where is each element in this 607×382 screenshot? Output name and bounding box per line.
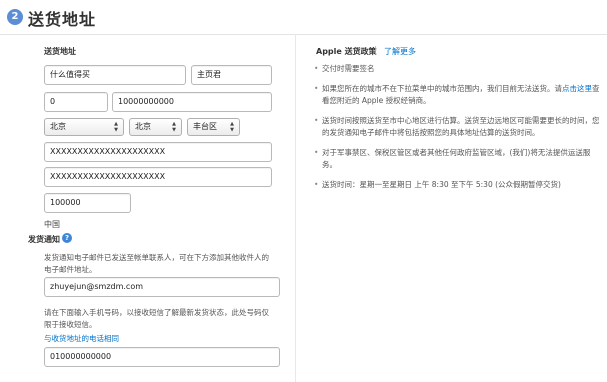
address-line2-field[interactable]: XXXXXXXXXXXXXXXXXXXXX <box>44 167 272 187</box>
select-arrows-icon: ▲ ▼ <box>230 121 234 133</box>
policy-item: • 对于军事禁区、保税区管区或者其他任何政府监管区域，(我们)将无法提供运送服务… <box>314 148 591 169</box>
learn-more-link[interactable]: 了解更多 <box>384 46 416 57</box>
sms-description: 请在下面输入手机号码，以接收短信了解最新发货状态，此处号码仅限于接收短信。 <box>44 308 269 329</box>
shipping-notification-heading: 发货通知 <box>28 235 60 244</box>
area-code-field[interactable]: 0 <box>44 92 108 112</box>
email-description: 发货通知电子邮件已发送至帐单联系人，可在下方添加其他收件人的电子邮件地址。 <box>44 253 269 274</box>
policy-item: • 如果您所在的城市不在下拉菜单中的城市范围内，我们目前无法送货。请点击这里查看… <box>314 84 600 105</box>
policy-list: • 交付时需要签名 • 如果您所在的城市不在下拉菜单中的城市范围内，我们目前无法… <box>312 63 602 199</box>
country-text: 中国 <box>44 220 60 229</box>
policy-item: • 送货时间按照送货至市中心地区进行估算。送货至边远地区可能需要更长的时间，您的… <box>314 116 600 137</box>
shipping-address-heading: 送货地址 <box>44 47 76 56</box>
column-divider <box>295 34 296 382</box>
bullet-icon: • <box>314 180 319 189</box>
city-select[interactable]: 北京 ▲ ▼ <box>129 118 182 136</box>
select-arrows-icon: ▲ ▼ <box>172 121 176 133</box>
bullet-icon: • <box>314 148 319 157</box>
address-line1-field[interactable]: XXXXXXXXXXXXXXXXXXXXX <box>44 142 272 162</box>
notification-email-field[interactable]: zhuyejun@smzdm.com <box>44 277 280 297</box>
city-select-value: 北京 <box>135 122 151 131</box>
click-here-link[interactable]: 点击这里 <box>562 84 592 93</box>
last-name-field[interactable]: 主页君 <box>191 65 272 85</box>
first-name-field[interactable]: 什么值得买 <box>44 65 186 85</box>
select-arrows-icon: ▲ ▼ <box>114 121 118 133</box>
page-title: 送货地址 <box>28 10 97 29</box>
same-as-shipping-phone-link[interactable]: 与收货地址的电话相同 <box>44 333 119 344</box>
district-select-value: 丰台区 <box>193 122 217 131</box>
province-select[interactable]: 北京 ▲ ▼ <box>44 118 124 136</box>
page-header: 2 送货地址 <box>0 0 607 35</box>
phone-field[interactable]: 10000000000 <box>112 92 272 112</box>
province-select-value: 北京 <box>50 122 66 131</box>
bullet-icon: • <box>314 84 319 93</box>
step-number-badge: 2 <box>7 9 23 25</box>
policy-item: • 交付时需要签名 <box>314 64 375 73</box>
mobile-number-field[interactable]: 010000000000 <box>44 347 280 367</box>
help-icon[interactable]: ? <box>62 233 72 243</box>
policy-item: • 送货时间：星期一至星期日 上午 8:30 至下午 5:30 (公众假期暂停交… <box>314 180 561 189</box>
district-select[interactable]: 丰台区 ▲ ▼ <box>187 118 240 136</box>
postal-code-field[interactable]: 100000 <box>44 193 131 213</box>
policy-separator: | <box>374 45 377 54</box>
bullet-icon: • <box>314 116 319 125</box>
bullet-icon: • <box>314 64 319 73</box>
policy-title: Apple 送货政策 <box>316 47 377 56</box>
